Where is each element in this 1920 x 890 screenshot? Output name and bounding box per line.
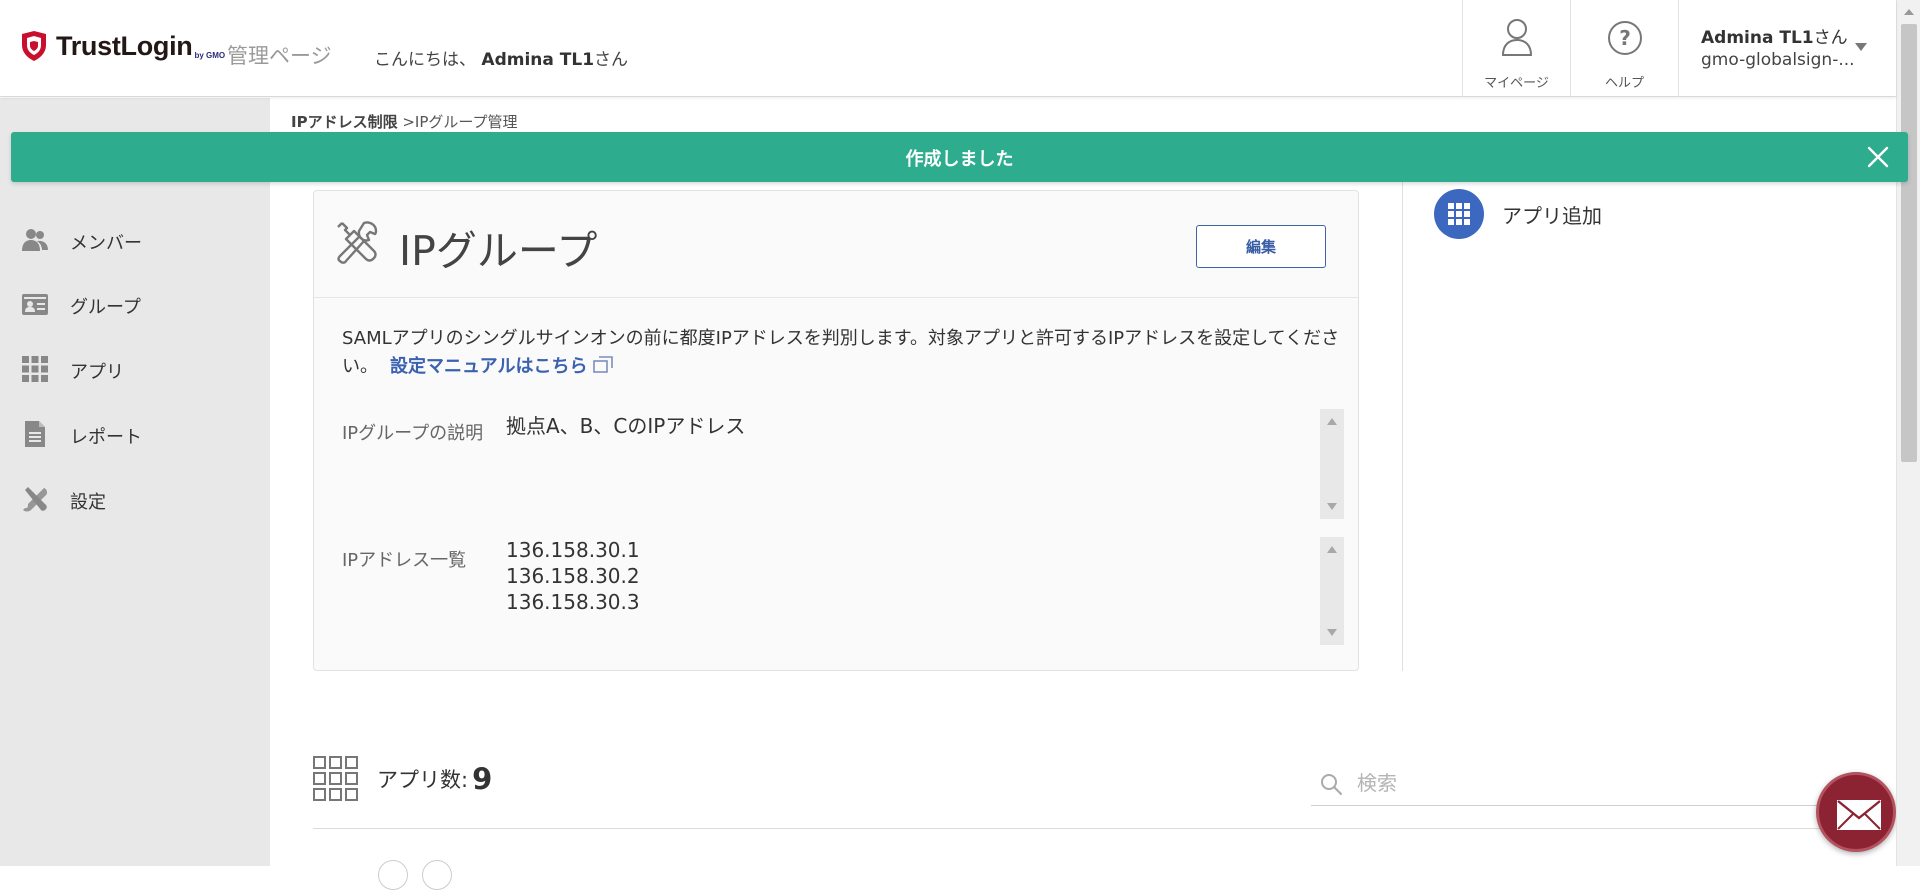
greeting-suffix: さん [594, 50, 629, 70]
ip-address: 136.158.30.2 [506, 564, 640, 588]
ip-list-field-label: IPアドレス一覧 [342, 550, 467, 571]
greeting-name: Admina TL1 [481, 50, 595, 70]
success-toast: 作成しました [11, 132, 1908, 182]
greeting-prefix: こんにちは、 [374, 50, 476, 70]
svg-text:?: ? [1619, 26, 1631, 50]
ip-list-scrollbar[interactable] [1320, 537, 1344, 645]
ip-group-description-text: SAMLアプリのシングルサインオンの前に都度IPアドレスを判別します。対象アプリ… [342, 325, 1342, 381]
help-label: ヘルプ [1604, 76, 1644, 91]
mail-icon [1837, 800, 1881, 830]
ip-list-field[interactable]: 136.158.30.1 136.158.30.2 136.158.30.3 [506, 537, 1344, 645]
page-scroll-thumb[interactable] [1901, 24, 1917, 462]
column-divider [1402, 180, 1403, 671]
apps-grid-glyph-icon [1448, 203, 1470, 225]
sidebar-item-groups[interactable]: グループ [0, 278, 270, 328]
scroll-down-icon[interactable] [1327, 503, 1337, 510]
ip-group-card: IPグループ 編集 SAMLアプリのシングルサインオンの前に都度IPアドレスを判… [313, 190, 1359, 671]
group-icon [22, 294, 48, 315]
members-icon [22, 229, 48, 251]
ip-group-card-header: IPグループ 編集 [314, 191, 1358, 298]
search-input[interactable] [1355, 768, 1825, 798]
person-icon [1501, 19, 1532, 56]
contact-mail-button[interactable] [1816, 772, 1896, 852]
description-field-value: 拠点A、B、CのIPアドレス [506, 414, 746, 438]
sidebar-item-label: グループ [70, 297, 141, 318]
sidebar-item-label: アプリ [70, 362, 124, 383]
sidebar-item-reports[interactable]: レポート [0, 408, 270, 458]
user-name-text: Admina TL1 [1701, 28, 1814, 48]
shield-logo-icon [22, 31, 46, 61]
edit-button[interactable]: 編集 [1196, 225, 1326, 268]
search-icon [1321, 774, 1342, 795]
add-app-label: アプリ追加 [1502, 203, 1602, 228]
breadcrumb: IPアドレス制限 >IPグループ管理 [291, 111, 518, 132]
app-count-value: 9 [472, 762, 493, 796]
ip-list-values: 136.158.30.1 136.158.30.2 136.158.30.3 [506, 537, 640, 615]
user-org: gmo-globalsign-... [1701, 50, 1855, 70]
sidebar-item-label: レポート [70, 427, 142, 448]
toast-message: 作成しました [905, 149, 1014, 170]
description-field-label: IPグループの説明 [342, 423, 484, 444]
help-button[interactable]: ? ヘルプ [1570, 0, 1678, 97]
breadcrumb-current: IPグループ管理 [414, 113, 518, 131]
apps-icon [22, 356, 48, 382]
sidebar-item-members[interactable]: メンバー [0, 214, 270, 264]
manual-link-text[interactable]: 設定マニュアルはこちら [390, 356, 587, 377]
breadcrumb-parent[interactable]: IPアドレス制限 [291, 113, 398, 131]
apps-outline-icon [313, 756, 358, 801]
trustlogin-logo[interactable]: TrustLogin by GMO [20, 28, 225, 64]
app-count-label: アプリ数: [377, 768, 469, 792]
app-count: アプリ数: 9 [313, 756, 492, 802]
sidebar-item-apps[interactable]: アプリ [0, 343, 270, 393]
external-link-icon[interactable] [593, 356, 614, 374]
logo-by-gmo: by GMO [194, 50, 226, 60]
list-item-circle[interactable] [378, 860, 408, 890]
mypage-button[interactable]: マイページ [1462, 0, 1570, 97]
sidebar-item-label: 設定 [70, 492, 106, 513]
report-icon [25, 421, 45, 447]
settings-icon [23, 487, 48, 512]
ip-address: 136.158.30.3 [506, 590, 640, 614]
top-header: TrustLogin by GMO 管理ページ こんにちは、 Admina TL… [0, 0, 1896, 97]
list-top-divider [313, 828, 1851, 829]
scroll-up-icon[interactable] [1327, 546, 1337, 553]
scroll-down-icon[interactable] [1327, 629, 1337, 636]
greeting: こんにちは、 Admina TL1さん [374, 45, 628, 70]
help-icon: ? [1607, 21, 1642, 55]
admin-page-label: 管理ページ [227, 44, 332, 68]
user-name: Admina TL1さん [1701, 23, 1848, 48]
description-field[interactable]: 拠点A、B、CのIPアドレス [506, 409, 1344, 519]
tools-icon [337, 221, 378, 264]
page-scrollbar[interactable] [1896, 0, 1920, 866]
breadcrumb-separator: > [397, 113, 415, 131]
sidebar: メンバー グループ アプリ レポート 設定 [0, 98, 270, 866]
logo-text: TrustLogin [56, 30, 193, 61]
manual-link[interactable]: 設定マニュアルはこちら [390, 356, 614, 377]
sidebar-item-label: メンバー [70, 233, 142, 254]
description-scrollbar[interactable] [1320, 409, 1344, 519]
ip-address: 136.158.30.1 [506, 538, 640, 562]
caret-down-icon[interactable] [1855, 43, 1867, 51]
card-title: IPグループ [399, 227, 598, 275]
scroll-up-icon[interactable] [1904, 9, 1914, 15]
user-menu[interactable]: Admina TL1さん gmo-globalsign-... [1678, 0, 1896, 97]
scroll-up-icon[interactable] [1327, 418, 1337, 425]
close-icon[interactable] [1866, 145, 1890, 169]
add-app-button[interactable]: アプリ追加 [1434, 189, 1602, 239]
apps-grid-icon [1434, 189, 1484, 239]
mypage-label: マイページ [1484, 76, 1549, 91]
sidebar-item-settings[interactable]: 設定 [0, 473, 270, 523]
list-item-circle[interactable] [422, 860, 452, 890]
user-name-suffix: さん [1813, 28, 1848, 48]
search-box[interactable] [1311, 764, 1851, 806]
